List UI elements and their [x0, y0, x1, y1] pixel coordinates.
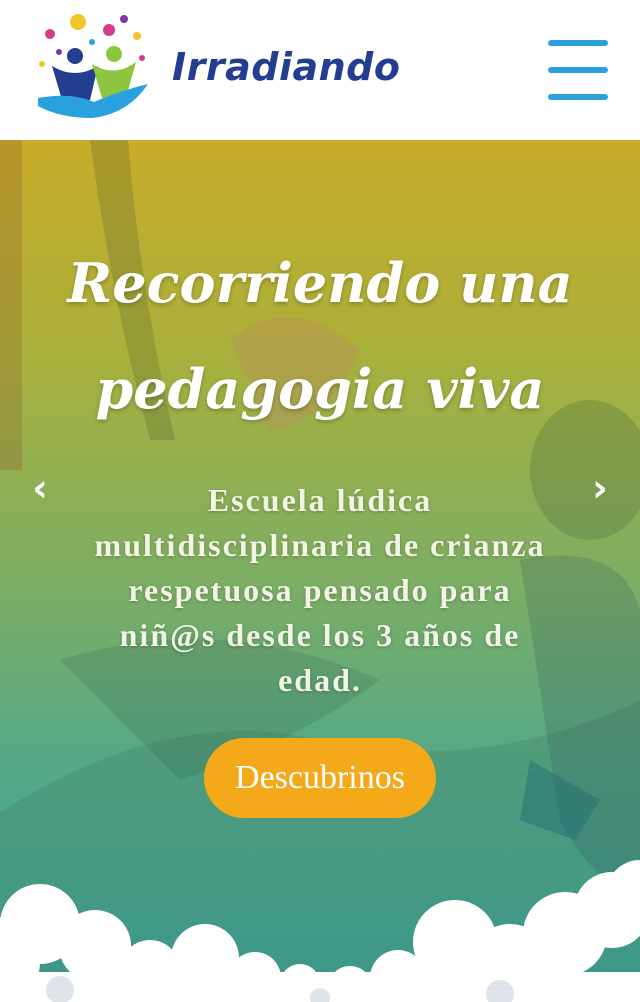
hamburger-menu-icon[interactable] — [548, 40, 608, 100]
hero-subtitle-line: Escuela lúdica — [207, 482, 433, 518]
brand-name[interactable]: Irradiando — [172, 45, 401, 89]
hero-subtitle-line: edad. — [278, 662, 362, 698]
hero-slider: Recorriendo una pedagogia viva Escuela l… — [0, 140, 640, 1002]
site-header: Irradiando — [0, 0, 640, 140]
chevron-left-icon[interactable]: ‹ — [20, 468, 60, 508]
hero-subtitle-line: respetuosa pensado para — [128, 572, 512, 608]
chevron-right-icon[interactable]: › — [580, 468, 620, 508]
hero-title-line-1: Recorriendo una — [67, 251, 573, 315]
hero-subtitle-line: niñ@s desde los 3 años de — [119, 617, 521, 653]
hero-subtitle-line: multidisciplinaria de crianza — [94, 527, 546, 563]
clouds-decoration — [0, 860, 640, 1002]
hero-title: Recorriendo una pedagogia viva — [20, 230, 620, 442]
irradiando-logo-icon[interactable] — [32, 10, 152, 125]
descubrinos-button[interactable]: Descubrinos — [204, 738, 436, 818]
hero-subtitle: Escuela lúdica multidisciplinaria de cri… — [50, 478, 590, 703]
hero-title-line-2: pedagogia viva — [95, 357, 545, 421]
